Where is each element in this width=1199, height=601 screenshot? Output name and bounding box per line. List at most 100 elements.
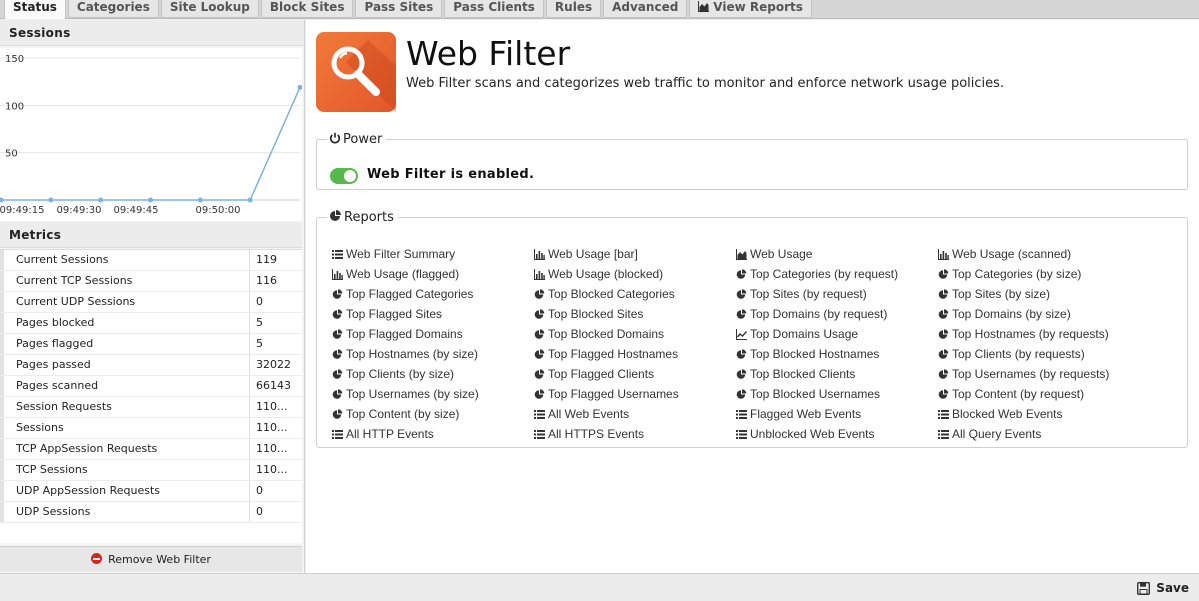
tab-site-lookup[interactable]: Site Lookup: [160, 0, 259, 18]
metrics-panel-title: Metrics: [0, 222, 302, 248]
report-link[interactable]: Top Flagged Usernames: [534, 384, 736, 404]
report-link[interactable]: Top Domains (by size): [938, 304, 1140, 324]
report-link[interactable]: Top Categories (by request): [736, 264, 938, 284]
report-link[interactable]: Web Usage: [736, 244, 938, 264]
report-link[interactable]: Top Hostnames (by size): [332, 344, 534, 364]
report-link[interactable]: Top Usernames (by size): [332, 384, 534, 404]
report-link[interactable]: Top Blocked Domains: [534, 324, 736, 344]
report-link[interactable]: Top Hostnames (by requests): [938, 324, 1140, 344]
save-button[interactable]: Save: [1137, 579, 1189, 597]
report-link[interactable]: Top Sites (by size): [938, 284, 1140, 304]
metrics-grid: Current Sessions 119 Current TCP Sessions 1…: [0, 249, 302, 543]
pie-chart-icon: [736, 368, 747, 379]
reports-legend: Reports: [327, 210, 398, 225]
tab-block-sites[interactable]: Block Sites: [260, 0, 354, 18]
report-link-label: Web Filter Summary: [346, 247, 456, 261]
tab-label: Advanced: [612, 0, 679, 14]
pie-chart-icon: [534, 348, 545, 359]
report-link[interactable]: Web Usage (blocked): [534, 264, 736, 284]
report-link-label: Top Domains (by request): [750, 307, 888, 321]
report-link[interactable]: All HTTPS Events: [534, 424, 736, 444]
report-link-label: Top Flagged Clients: [548, 367, 655, 381]
pie-chart-icon: [938, 368, 949, 379]
report-link[interactable]: All HTTP Events: [332, 424, 534, 444]
report-link[interactable]: Web Usage [bar]: [534, 244, 736, 264]
tab-rules[interactable]: Rules: [545, 0, 602, 18]
report-link[interactable]: Top Domains Usage: [736, 324, 938, 344]
report-link[interactable]: Top Sites (by request): [736, 284, 938, 304]
report-link[interactable]: Top Usernames (by requests): [938, 364, 1140, 384]
report-link-label: Top Blocked Clients: [750, 367, 856, 381]
report-link[interactable]: Top Clients (by requests): [938, 344, 1140, 364]
report-link-label: All Web Events: [548, 407, 630, 421]
metric-value: 119: [256, 253, 277, 266]
report-link[interactable]: Unblocked Web Events: [736, 424, 938, 444]
report-link[interactable]: All Web Events: [534, 404, 736, 424]
report-link-label: Web Usage (blocked): [548, 267, 664, 281]
remove-app-button[interactable]: Remove Web Filter: [0, 546, 302, 572]
report-link-label: Top Blocked Sites: [548, 307, 644, 321]
metric-name: Pages passed: [0, 355, 250, 375]
tab-status[interactable]: Status: [4, 0, 66, 19]
report-link-label: Web Usage: [750, 247, 813, 261]
metric-row: Current Sessions 119: [0, 250, 302, 271]
report-link[interactable]: Web Usage (scanned): [938, 244, 1140, 264]
metric-name: Pages scanned: [0, 376, 250, 396]
report-link-label: Top Usernames (by size): [346, 387, 479, 401]
report-link-label: Web Usage (flagged): [346, 267, 460, 281]
report-link[interactable]: Top Content (by size): [332, 404, 534, 424]
report-link[interactable]: Web Filter Summary: [332, 244, 534, 264]
list-icon: [534, 409, 545, 419]
power-toggle[interactable]: [330, 168, 358, 184]
metric-row: UDP Sessions 0: [0, 502, 302, 523]
report-link[interactable]: Top Blocked Hostnames: [736, 344, 938, 364]
report-link[interactable]: Top Clients (by size): [332, 364, 534, 384]
tab-advanced[interactable]: Advanced: [603, 0, 688, 18]
sessions-data-point: [48, 197, 54, 203]
chart-x-tick-label: 09:49:45: [114, 205, 159, 216]
report-link[interactable]: Top Flagged Domains: [332, 324, 534, 344]
web-filter-logo: [316, 32, 396, 112]
metric-value: 0: [256, 484, 263, 497]
tab-pass-sites[interactable]: Pass Sites: [355, 0, 443, 18]
report-link[interactable]: Blocked Web Events: [938, 404, 1140, 424]
report-link[interactable]: Top Blocked Categories: [534, 284, 736, 304]
tab-label: Block Sites: [269, 0, 345, 14]
metric-value: 110...: [256, 463, 288, 476]
report-link[interactable]: Top Flagged Hostnames: [534, 344, 736, 364]
pie-chart-icon: [330, 210, 341, 221]
report-link-label: Top Hostnames (by size): [346, 347, 479, 361]
report-link[interactable]: Top Flagged Clients: [534, 364, 736, 384]
report-link[interactable]: Top Categories (by size): [938, 264, 1140, 284]
report-link[interactable]: Top Domains (by request): [736, 304, 938, 324]
report-link-label: All HTTP Events: [346, 427, 434, 441]
report-link[interactable]: All Query Events: [938, 424, 1140, 444]
report-link[interactable]: Top Blocked Clients: [736, 364, 938, 384]
pie-chart-icon: [938, 328, 949, 339]
report-link-label: Top Blocked Domains: [548, 327, 665, 341]
report-link[interactable]: Web Usage (flagged): [332, 264, 534, 284]
chart-y-tick-label: 50: [5, 149, 18, 160]
tab-categories[interactable]: Categories: [67, 0, 159, 18]
report-link[interactable]: Top Blocked Sites: [534, 304, 736, 324]
metric-name: Pages flagged: [0, 334, 250, 354]
report-link[interactable]: Flagged Web Events: [736, 404, 938, 424]
report-link[interactable]: Top Content (by request): [938, 384, 1140, 404]
bar-chart-icon: [534, 248, 545, 260]
report-link[interactable]: Top Blocked Usernames: [736, 384, 938, 404]
metric-value: 110...: [256, 442, 288, 455]
tab-pass-clients[interactable]: Pass Clients: [444, 0, 544, 18]
sessions-panel-title: Sessions: [0, 20, 304, 46]
pie-chart-icon: [736, 288, 747, 299]
metric-value: 110...: [256, 400, 288, 413]
report-link[interactable]: Top Flagged Sites: [332, 304, 534, 324]
pie-chart-icon: [938, 348, 949, 359]
pie-chart-icon: [332, 308, 343, 319]
report-link-label: Top Sites (by request): [750, 287, 867, 301]
chart-x-tick-label: 09:49:30: [57, 205, 102, 216]
sessions-series-line: [1, 87, 301, 201]
report-link-label: Top Content (by size): [346, 407, 460, 421]
tab-view-reports[interactable]: View Reports: [689, 0, 812, 18]
save-label: Save: [1156, 581, 1189, 595]
report-link[interactable]: Top Flagged Categories: [332, 284, 534, 304]
